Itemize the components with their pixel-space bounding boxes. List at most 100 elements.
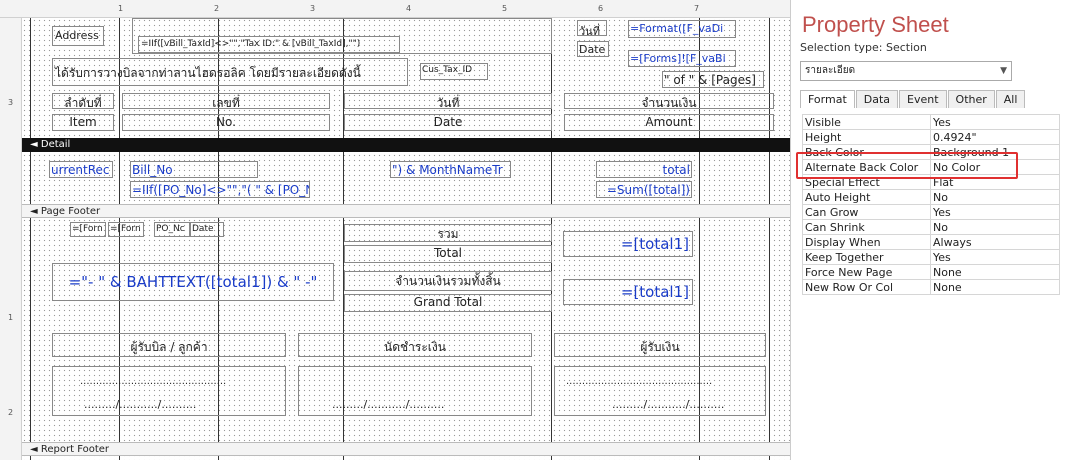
highlight-annotation	[796, 152, 1018, 179]
report-design-canvas[interactable]: Address =IIf([vBill_TaxId]<>"","Tax ID:"…	[22, 18, 790, 460]
report-footer-section-bar[interactable]: ◄ Report Footer	[22, 442, 790, 456]
report-footer-band-label: Report Footer	[40, 444, 110, 455]
property-value[interactable]: Always	[930, 234, 1060, 250]
signature-dots: ........................................…	[566, 376, 713, 387]
month-name-field[interactable]: ") & MonthNameTr	[390, 161, 511, 178]
ruler-mark: 2	[214, 4, 220, 13]
ruler-mark: 3	[310, 4, 316, 13]
ruler-mark: 5	[502, 4, 508, 13]
property-value[interactable]: None	[930, 279, 1060, 295]
po-field[interactable]: =IIf([PO_No]<>"","( " & [PO_N	[130, 181, 310, 198]
selected-object-value: รายละเอียด	[805, 65, 856, 76]
grand-total-field[interactable]: =[total1]	[563, 279, 693, 305]
current-rec-field[interactable]: urrentRec	[49, 161, 113, 178]
property-name: Visible	[802, 114, 931, 130]
ruler-mark: 4	[406, 4, 412, 13]
forms-field[interactable]: =[Forms]![F_vaBi	[628, 50, 736, 67]
guide-line	[769, 18, 770, 460]
date-thai-label[interactable]: วันที่	[577, 20, 607, 36]
date-footer-field[interactable]: Date	[190, 222, 224, 237]
po-footer-field[interactable]: PO_Nc	[154, 222, 190, 237]
amount-header-thai[interactable]: จำนวนเงิน	[564, 93, 774, 109]
sum-total-field[interactable]: =Sum([total])	[596, 181, 692, 198]
ruler-mark: 3	[8, 98, 14, 107]
forn-field-2[interactable]: =[Forn	[108, 222, 144, 237]
chevron-down-icon[interactable]: ▼	[1000, 62, 1007, 80]
property-value[interactable]: No	[930, 189, 1060, 205]
total-label-en[interactable]: Total	[344, 245, 552, 263]
total-label-thai[interactable]: รวม	[344, 224, 552, 242]
property-row[interactable]: Display When Always	[802, 234, 1060, 250]
property-grid: Visible Yes Height 0.4924" Back Color Backg…	[802, 114, 1060, 295]
format-field[interactable]: =Format([F_vaDi	[628, 20, 736, 38]
horizontal-ruler: 1 2 3 4 5 6 7	[0, 0, 790, 18]
ruler-mark: 6	[598, 4, 604, 13]
property-name: Can Grow	[802, 204, 931, 220]
no-header-en[interactable]: No.	[122, 114, 330, 131]
tab-event[interactable]: Event	[899, 90, 947, 108]
received-text-label[interactable]: ได้รับการวางบิลจากท่าลานไฮดรอลิค โดยมีรา…	[52, 58, 408, 86]
page-footer-section-bar[interactable]: ◄ Page Footer	[22, 204, 790, 218]
property-name: Can Shrink	[802, 219, 931, 235]
bahttext-field[interactable]: ="- " & BAHTTEXT([total1]) & " -"	[52, 263, 334, 301]
selection-type-label: Selection type: Section	[800, 41, 927, 54]
detail-band-label: Detail	[40, 139, 71, 150]
tab-format[interactable]: Format	[800, 90, 855, 108]
ruler-mark: 7	[694, 4, 700, 13]
property-value[interactable]: 0.4924"	[930, 129, 1060, 145]
item-header-thai[interactable]: ลำดับที่	[52, 93, 114, 109]
property-row[interactable]: New Row Or Col None	[802, 279, 1060, 295]
property-value[interactable]: Yes	[930, 114, 1060, 130]
taxid-field[interactable]: =IIf([vBill_TaxId]<>"","Tax ID:" & [vBil…	[138, 36, 400, 53]
guide-line	[30, 18, 31, 460]
signature-customer-label[interactable]: ผู้รับบิล / ลูกค้า	[52, 333, 286, 357]
property-row[interactable]: Force New Page None	[802, 264, 1060, 280]
property-row[interactable]: Can Grow Yes	[802, 204, 1060, 220]
object-selector-dropdown[interactable]: รายละเอียด ▼	[800, 61, 1012, 81]
of-pages-field[interactable]: " of " & [Pages]	[662, 71, 764, 88]
property-sheet-title: Property Sheet	[802, 12, 949, 37]
ruler-mark: 1	[8, 313, 14, 322]
property-row[interactable]: Can Shrink No	[802, 219, 1060, 235]
date-line: ........./.........../..........	[612, 398, 725, 411]
signature-dots: ........................................…	[80, 376, 227, 387]
property-value[interactable]: No	[930, 219, 1060, 235]
property-name: Display When	[802, 234, 931, 250]
total-field[interactable]: total	[596, 161, 692, 178]
property-value[interactable]: None	[930, 264, 1060, 280]
signature-receiver-label[interactable]: ผู้รับเงิน	[554, 333, 766, 357]
date-en-label[interactable]: Date	[577, 41, 609, 57]
grand-total-label-thai[interactable]: จำนวนเงินรวมทั้งสิ้น	[344, 271, 552, 291]
page-footer-band-label: Page Footer	[40, 206, 101, 217]
signature-payment-label[interactable]: นัดชำระเงิน	[298, 333, 532, 357]
property-name: Height	[802, 129, 931, 145]
property-row[interactable]: Height 0.4924"	[802, 129, 1060, 145]
property-name: Force New Page	[802, 264, 931, 280]
no-header-thai[interactable]: เลขที่	[122, 93, 330, 109]
property-name: New Row Or Col	[802, 279, 931, 295]
total1-field[interactable]: =[total1]	[563, 231, 693, 257]
property-row[interactable]: Visible Yes	[802, 114, 1060, 130]
amount-header-en[interactable]: Amount	[564, 114, 774, 131]
tab-other[interactable]: Other	[947, 90, 995, 108]
date-header-en[interactable]: Date	[344, 114, 552, 131]
detail-section-bar[interactable]: ◄ Detail	[22, 138, 790, 152]
ruler-mark: 1	[118, 4, 124, 13]
tab-all[interactable]: All	[995, 90, 1026, 108]
property-value[interactable]: Yes	[930, 204, 1060, 220]
property-row[interactable]: Keep Together Yes	[802, 249, 1060, 265]
property-name: Auto Height	[802, 189, 931, 205]
date-header-thai[interactable]: วันที่	[344, 93, 552, 109]
forn-field-1[interactable]: =[Forn	[70, 222, 106, 237]
bill-no-field[interactable]: Bill_No	[130, 161, 258, 178]
item-header-en[interactable]: Item	[52, 114, 114, 131]
property-name: Keep Together	[802, 249, 931, 265]
date-line: ........./.........../..........	[332, 398, 445, 411]
tab-data[interactable]: Data	[855, 90, 899, 108]
address-label[interactable]: Address	[52, 26, 104, 46]
property-value[interactable]: Yes	[930, 249, 1060, 265]
grand-total-label-en[interactable]: Grand Total	[344, 294, 552, 312]
ruler-mark: 2	[8, 408, 14, 417]
cust-tax-field[interactable]: Cus_Tax_ID	[420, 63, 488, 80]
property-row[interactable]: Auto Height No	[802, 189, 1060, 205]
